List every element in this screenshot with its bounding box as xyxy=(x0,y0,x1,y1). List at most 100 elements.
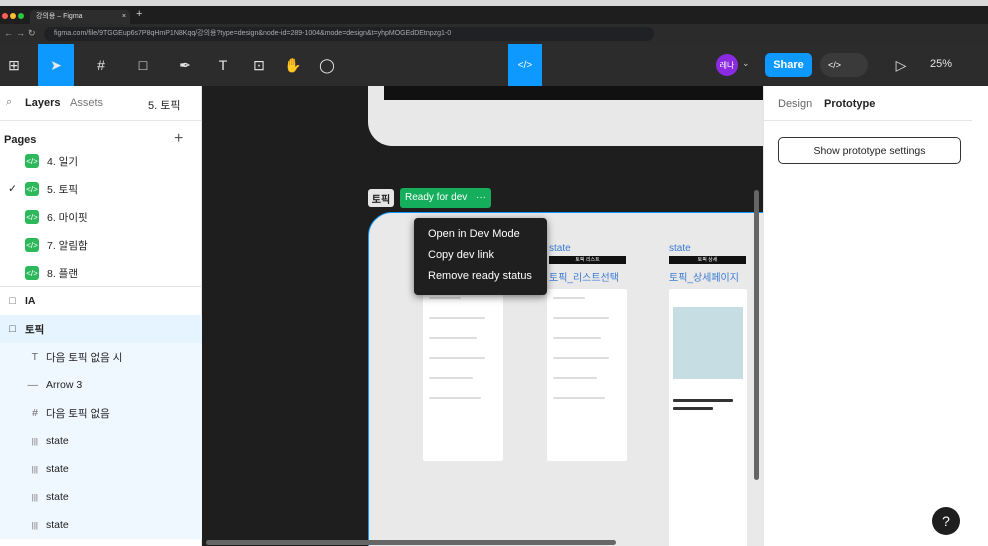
layer-item[interactable]: □ IA xyxy=(0,287,202,315)
browser-tab[interactable]: 강의용 – Figma × xyxy=(30,10,130,24)
device-screen xyxy=(384,86,763,100)
tab-layers[interactable]: Layers xyxy=(25,97,60,109)
move-tool-icon[interactable]: ➤ xyxy=(38,44,74,86)
page-item[interactable]: </> 8. 플랜 xyxy=(0,259,202,287)
layer-label: 다음 토픽 없음 xyxy=(46,407,110,420)
new-tab-button[interactable]: + xyxy=(136,8,142,20)
close-window-icon[interactable] xyxy=(2,13,8,19)
divider xyxy=(0,120,202,121)
browser-tabbar: 강의용 – Figma × + xyxy=(0,6,988,24)
page-item-selected[interactable]: ✓ </> 5. 토픽 xyxy=(0,175,202,203)
reload-icon[interactable]: ↻ xyxy=(28,28,36,39)
layer-item[interactable]: ||| state xyxy=(0,511,202,539)
chevron-down-icon[interactable]: ⌄ xyxy=(742,58,750,69)
layer-item[interactable]: ||| state xyxy=(0,483,202,511)
layer-label: 토픽 xyxy=(25,323,45,336)
layer-item[interactable]: — Arrow 3 xyxy=(0,371,202,399)
frame-layer-icon: # xyxy=(32,407,38,419)
add-page-button[interactable]: + xyxy=(174,130,183,148)
phone-mockup xyxy=(547,289,627,461)
hand-tool-icon[interactable]: ✋ xyxy=(280,52,306,78)
column-title: 토픽_리스트선택 xyxy=(549,273,619,284)
page-item[interactable]: </> 6. 마이핏 xyxy=(0,203,202,231)
vertical-scrollbar[interactable] xyxy=(754,190,759,480)
ready-label: Ready for dev xyxy=(405,192,468,203)
component-icon: </> xyxy=(25,266,39,280)
text-tool-icon[interactable]: T xyxy=(210,52,236,78)
current-page-selector[interactable]: 5. 토픽 xyxy=(148,97,180,113)
layers-panel: ⌕ Layers Assets 5. 토픽 Pages + </> 4. 일기 ✓… xyxy=(0,86,202,546)
layer-item-selected[interactable]: □ 토픽 xyxy=(0,315,202,343)
tab-prototype[interactable]: Prototype xyxy=(824,98,875,110)
maximize-window-icon[interactable] xyxy=(18,13,24,19)
phone-mockup-detail xyxy=(669,289,747,546)
page-item[interactable]: </> 7. 알림함 xyxy=(0,231,202,259)
close-tab-icon[interactable]: × xyxy=(122,10,126,24)
menu-item-open-dev-mode[interactable]: Open in Dev Mode xyxy=(414,224,547,245)
ready-for-dev-badge[interactable]: Ready for dev ··· xyxy=(400,188,491,208)
column-tag: 토픽 상세 xyxy=(669,256,746,264)
pen-tool-icon[interactable]: ✒ xyxy=(170,52,200,78)
layer-label: state xyxy=(46,519,69,531)
zoom-level[interactable]: 25% xyxy=(930,58,952,70)
page-label: 5. 토픽 xyxy=(47,183,78,196)
more-icon[interactable]: ··· xyxy=(476,188,486,208)
page-label: 4. 일기 xyxy=(47,155,78,168)
resources-tool-icon[interactable]: ⊡ xyxy=(246,52,272,78)
horizontal-scrollbar[interactable] xyxy=(206,540,616,545)
text-layer-icon: T xyxy=(31,351,38,363)
back-icon[interactable]: ← xyxy=(4,28,13,38)
column-title: 토픽_상세페이지 xyxy=(669,273,739,284)
divider xyxy=(764,120,972,121)
auto-layout-icon: ||| xyxy=(31,520,38,530)
layer-label: state xyxy=(46,491,69,503)
auto-layout-icon: ||| xyxy=(31,492,38,502)
page-label: 7. 알림함 xyxy=(47,239,88,252)
frame-icon: □ xyxy=(9,295,16,307)
state-label: state xyxy=(549,243,571,254)
main-menu-icon[interactable]: ⊞ xyxy=(0,52,28,78)
layer-item[interactable]: # 다음 토픽 없음 xyxy=(0,399,202,427)
shape-tool-icon[interactable]: □ xyxy=(128,52,158,78)
page-item[interactable]: </> 4. 일기 xyxy=(0,147,202,175)
arrow-layer-icon: — xyxy=(27,379,39,391)
show-prototype-settings-button[interactable]: Show prototype settings xyxy=(778,137,961,164)
tab-design[interactable]: Design xyxy=(778,98,812,110)
phone-mockup xyxy=(423,289,503,461)
auto-layout-icon: ||| xyxy=(31,436,38,446)
layer-label: state xyxy=(46,435,69,447)
design-canvas[interactable]: 토픽 Ready for dev ··· state 토픽 리스트 토픽_리스트선… xyxy=(202,86,763,546)
url-field[interactable]: figma.com/file/9TGGEup6s7P8qHmP1N8Kqq/강의… xyxy=(44,27,654,41)
check-icon: ✓ xyxy=(8,183,17,195)
tab-assets[interactable]: Assets xyxy=(70,97,103,109)
page-label: 6. 마이핏 xyxy=(47,211,88,224)
layer-item[interactable]: T 다음 토픽 없음 시 xyxy=(0,343,202,371)
present-icon[interactable]: ▷ xyxy=(886,52,916,78)
dev-mode-switch[interactable]: </> xyxy=(820,53,868,77)
frame-label[interactable]: 토픽 xyxy=(368,189,394,207)
component-icon: </> xyxy=(25,154,39,168)
share-button[interactable]: Share xyxy=(765,53,812,77)
device-frame-top xyxy=(368,86,763,146)
pages-header: Pages xyxy=(4,134,37,146)
component-icon: </> xyxy=(25,210,39,224)
layer-label: IA xyxy=(25,295,36,307)
avatar[interactable]: 레나 xyxy=(716,54,738,76)
forward-icon[interactable]: → xyxy=(16,28,25,38)
minimize-window-icon[interactable] xyxy=(10,13,16,19)
dev-mode-toggle[interactable]: </> xyxy=(508,44,542,86)
component-icon: </> xyxy=(25,182,39,196)
layer-label: Arrow 3 xyxy=(46,379,83,391)
menu-item-copy-dev-link[interactable]: Copy dev link xyxy=(414,245,547,266)
layer-item[interactable]: ||| state xyxy=(0,427,202,455)
layer-label: 다음 토픽 없음 시 xyxy=(46,351,123,364)
search-icon[interactable]: ⌕ xyxy=(6,96,12,109)
help-button[interactable]: ? xyxy=(932,507,960,535)
menu-item-remove-ready[interactable]: Remove ready status xyxy=(414,266,547,287)
photo-image xyxy=(673,307,743,379)
component-icon: </> xyxy=(25,238,39,252)
frame-tool-icon[interactable]: # xyxy=(86,52,116,78)
layer-item[interactable]: ||| state xyxy=(0,455,202,483)
comment-tool-icon[interactable]: ◯ xyxy=(314,52,340,78)
state-label: state xyxy=(669,243,691,254)
